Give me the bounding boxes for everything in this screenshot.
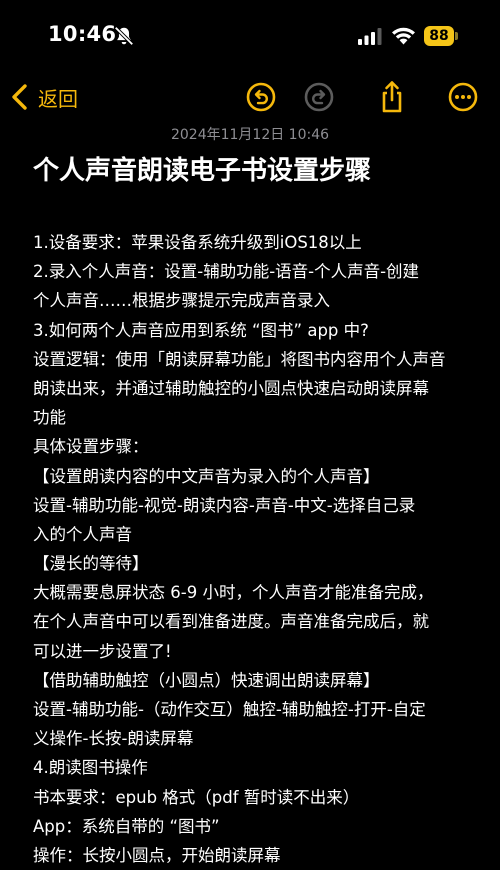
back-button[interactable]: 返回 [8, 80, 78, 114]
note-line: 操作：长按小圆点，开始朗读屏幕 [33, 845, 281, 865]
note-line: App：系统自带的 “图书” [33, 816, 220, 836]
note-line: 书本要求：epub 格式（pdf 暂时读不出来） [33, 787, 360, 807]
redo-icon[interactable] [301, 79, 337, 115]
note-line: 【设置朗读内容的中文声音为录入的个人声音】 [33, 466, 380, 486]
signal-icon [358, 28, 382, 45]
more-icon[interactable] [445, 79, 481, 115]
note-title[interactable]: 个人声音朗读电子书设置步骤 [33, 150, 371, 187]
bell-slash-icon [114, 26, 134, 46]
status-time: 10:46 [48, 22, 117, 46]
note-line: 功能 [33, 408, 66, 428]
note-line: 可以进一步设置了! [33, 641, 172, 661]
note-line: 【漫长的等待】 [33, 554, 149, 574]
status-bar: 10:46 88 [0, 0, 500, 72]
note-line: 入的个人声音 [33, 524, 132, 544]
note-line: 在个人声音中可以看到准备进度。声音准备完成后，就 [33, 612, 429, 632]
nav-bar: 返回 [0, 72, 500, 122]
wifi-icon [392, 27, 415, 45]
note-line: 【借助辅助触控（小圆点）快速调出朗读屏幕】 [33, 670, 380, 690]
note-line: 4.朗读图书操作 [33, 758, 148, 778]
note-line: 大概需要息屏状态 6-9 小时，个人声音才能准备完成， [33, 583, 434, 603]
back-label: 返回 [38, 86, 78, 111]
note-line: 2.录入个人声音：设置-辅助功能-语音-个人声音-创建 [33, 262, 420, 282]
note-line: 设置-辅助功能-视觉-朗读内容-声音-中文-选择自己录 [33, 495, 416, 515]
note-line: 1.设备要求：苹果设备系统升级到iOS18以上 [33, 233, 362, 252]
note-line: 朗读出来，并通过辅助触控的小圆点快速启动朗读屏幕 [33, 378, 429, 398]
note-line: 设置逻辑：使用「朗读屏幕功能」将图书内容用个人声音 [33, 349, 446, 369]
note-date: 2024年11月12日 10:46 [170, 127, 330, 143]
undo-icon[interactable] [243, 79, 279, 115]
battery-icon: 88 [424, 26, 458, 46]
note-line: 3.如何两个人声音应用到系统 “图书” app 中? [33, 320, 369, 340]
note-line: 具体设置步骤： [33, 437, 149, 457]
share-icon[interactable] [374, 79, 410, 115]
note-line: 设置-辅助功能-（动作交互）触控-辅助触控-打开-自定 [33, 700, 426, 719]
battery-level: 88 [424, 26, 454, 46]
battery-tip [455, 32, 458, 40]
note-line: 个人声音……根据步骤提示完成声音录入 [33, 291, 330, 311]
note-line: 义操作-长按-朗读屏幕 [33, 729, 194, 749]
note-body[interactable]: 1.设备要求：苹果设备系统升级到iOS18以上 2.录入个人声音：设置-辅助功能-… [33, 228, 483, 870]
chevron-left-icon [12, 84, 27, 110]
